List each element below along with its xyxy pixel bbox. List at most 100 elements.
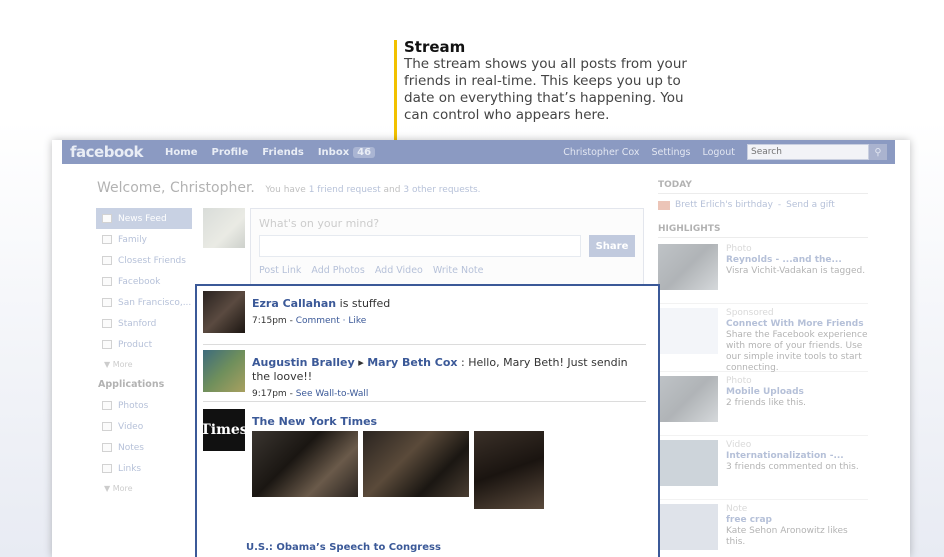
sidebar-item-video[interactable]: Video [96, 416, 192, 437]
story-meta: 7:15pm - Comment · Like [252, 316, 367, 326]
facebook-logo[interactable]: facebook [70, 143, 144, 161]
list-icon [102, 256, 112, 265]
birthday-link[interactable]: Brett Erlich's birthday [675, 200, 773, 210]
highlight-title[interactable]: Mobile Uploads [726, 387, 806, 398]
sidebar-more-lists[interactable]: ▼ More [96, 355, 192, 373]
stream-story: Ezra Callahan is stuffed 7:15pm - Commen… [203, 291, 646, 345]
story-target[interactable]: Mary Beth Cox [367, 356, 457, 369]
sidebar-item-closest-friends[interactable]: Closest Friends [96, 250, 192, 271]
highlight-text: Note free crap Kate Sehon Aronowitz like… [726, 504, 868, 557]
sidebar-more-apps[interactable]: ▼ More [96, 479, 192, 497]
friend-request-link[interactable]: 1 friend request [309, 185, 381, 195]
write-note-button[interactable]: Write Note [433, 265, 484, 276]
story-meta: 9:17pm - See Wall-to-Wall [252, 389, 369, 399]
nav-profile[interactable]: Profile [212, 147, 249, 158]
search-icon[interactable]: ⚲ [869, 144, 887, 160]
story-actor[interactable]: The New York Times [252, 415, 377, 428]
highlight-item[interactable]: Photo Reynolds - ...and the... Visra Vic… [658, 244, 868, 304]
logout-link[interactable]: Logout [702, 147, 735, 158]
callout: Stream The stream shows you all posts fr… [404, 38, 694, 124]
highlights-heading: HIGHLIGHTS [658, 224, 868, 238]
highlight-title[interactable]: Internationalization -... [726, 451, 859, 462]
highlight-description: Share the Facebook experience with more … [726, 330, 868, 373]
story-headline[interactable]: U.S.: Obama’s Speech to Congress [246, 542, 441, 553]
sidebar-item-label: San Francisco,... [118, 297, 192, 308]
sidebar-item-notes[interactable]: Notes [96, 437, 192, 458]
highlight-title[interactable]: Connect With More Friends [726, 319, 868, 330]
sidebar-item-facebook[interactable]: Facebook [96, 271, 192, 292]
story-photo[interactable] [363, 431, 469, 497]
highlight-item[interactable]: Photo Mobile Uploads 2 friends like this… [658, 376, 868, 436]
send-gift-link[interactable]: Send a gift [786, 200, 835, 210]
sidebar-item-news-feed[interactable]: News Feed [96, 208, 192, 229]
highlight-item[interactable]: Video Internationalization -... 3 friend… [658, 440, 868, 500]
story-photo[interactable] [474, 431, 544, 509]
highlight-category: Sponsored [726, 308, 774, 318]
applications-heading: Applications [98, 378, 165, 390]
story-actor[interactable]: Ezra Callahan [252, 297, 336, 310]
sidebar-item-links[interactable]: Links [96, 458, 192, 479]
highlight-category: Note [726, 504, 748, 514]
highlight-title[interactable]: free crap [726, 515, 868, 526]
gift-icon [658, 200, 670, 210]
requests-summary: You have 1 friend request and 3 other re… [265, 185, 480, 195]
add-photos-button[interactable]: Add Photos [311, 265, 364, 276]
today-heading: TODAY [658, 180, 868, 194]
sidebar-item-label: Notes [118, 442, 144, 453]
story-avatar[interactable] [203, 291, 245, 333]
sidebar-item-label: Stanford [118, 318, 157, 329]
sidebar-item-family[interactable]: Family [96, 229, 192, 250]
add-video-button[interactable]: Add Video [375, 265, 423, 276]
sidebar-item-label: Product [118, 339, 153, 350]
sidebar-item-stanford[interactable]: Stanford [96, 313, 192, 334]
photos-icon [102, 401, 112, 410]
wall-arrow-icon: ▸ [354, 356, 368, 369]
story-content: Augustin Bralley ▸ Mary Beth Cox : Hello… [252, 356, 646, 401]
story-avatar[interactable] [203, 350, 245, 392]
left-sidebar: News Feed Family Closest Friends Faceboo… [96, 208, 192, 497]
highlight-item[interactable]: Note free crap Kate Sehon Aronowitz like… [658, 504, 868, 557]
search-input[interactable] [747, 144, 869, 160]
wall-to-wall-link[interactable]: See Wall-to-Wall [296, 389, 369, 399]
sidebar-item-product[interactable]: Product [96, 334, 192, 355]
user-name-link[interactable]: Christopher Cox [563, 147, 639, 158]
settings-link[interactable]: Settings [652, 147, 691, 158]
list-icon [102, 235, 112, 244]
sidebar-item-photos[interactable]: Photos [96, 395, 192, 416]
birthday-reminder: Brett Erlich's birthday - Send a gift [658, 200, 868, 210]
video-play-icon [658, 440, 718, 486]
inbox-count-badge: 46 [353, 146, 376, 158]
news-stream: Ezra Callahan is stuffed 7:15pm - Commen… [195, 284, 660, 557]
highlight-category: Photo [726, 376, 752, 386]
user-avatar[interactable] [203, 208, 245, 248]
story-content: Ezra Callahan is stuffed 7:15pm - Commen… [252, 297, 646, 328]
comment-like-links[interactable]: Comment · Like [296, 316, 367, 326]
highlight-thumbnail [658, 376, 718, 422]
callout-body: The stream shows you all posts from your… [404, 56, 687, 123]
top-bar: facebook Home Profile Friends Inbox 46 Ch… [62, 140, 895, 164]
list-icon [102, 340, 112, 349]
story-text: is stuffed [336, 297, 391, 310]
nav-home[interactable]: Home [165, 147, 197, 158]
sidebar-item-label: Family [118, 234, 147, 245]
nav-inbox[interactable]: Inbox 46 [318, 146, 376, 158]
callout-title: Stream [404, 38, 466, 56]
video-icon [102, 422, 112, 431]
highlight-category: Photo [726, 244, 752, 254]
post-link-button[interactable]: Post Link [259, 265, 301, 276]
share-button[interactable]: Share [589, 235, 635, 257]
highlight-title[interactable]: Reynolds - ...and the... [726, 255, 865, 266]
news-feed-icon [102, 214, 112, 223]
nav-friends[interactable]: Friends [262, 147, 304, 158]
other-requests-link[interactable]: 3 other requests. [403, 185, 480, 195]
story-actor[interactable]: Augustin Bralley [252, 356, 355, 369]
stream-story: Augustin Bralley ▸ Mary Beth Cox : Hello… [203, 350, 646, 402]
sidebar-item-label: Facebook [118, 276, 161, 287]
sidebar-item-san-francisco[interactable]: San Francisco,... [96, 292, 192, 313]
highlight-description: 2 friends like this. [726, 398, 807, 408]
highlight-thumbnail [658, 244, 718, 290]
story-photo[interactable] [252, 431, 358, 497]
nytimes-logo[interactable]: Times [200, 409, 248, 451]
status-input[interactable] [259, 235, 581, 257]
highlight-item[interactable]: Sponsored Connect With More Friends Shar… [658, 308, 868, 373]
